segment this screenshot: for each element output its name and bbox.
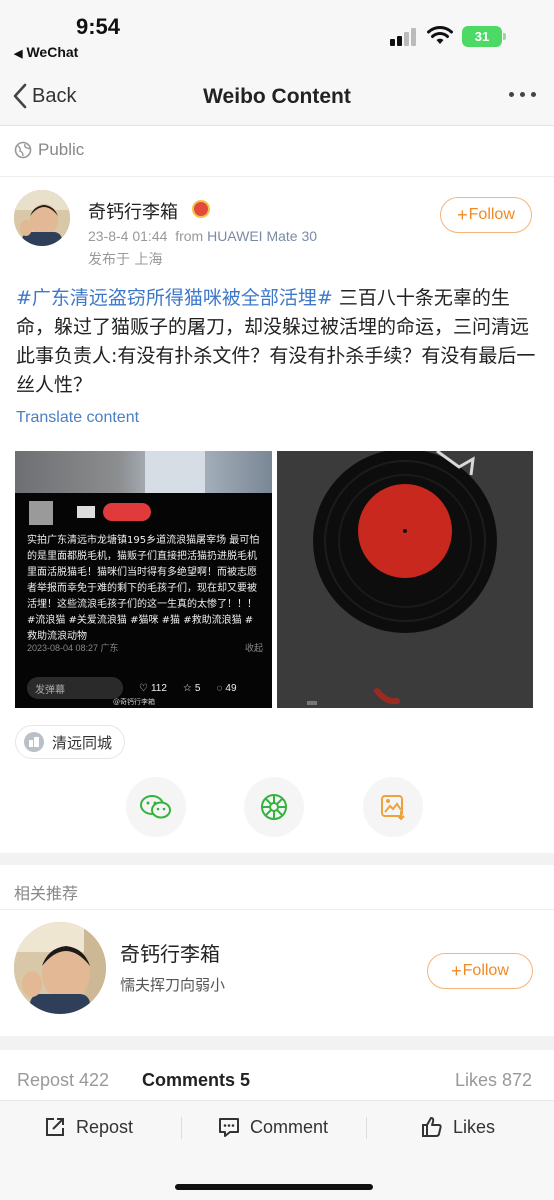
divider (366, 1117, 367, 1139)
image-fav-count: 5 (194, 682, 201, 694)
follow-button[interactable]: + Follow (440, 197, 532, 233)
post-date: 23-8-4 01:44 (88, 228, 168, 244)
comment-button[interactable]: Comment (218, 1116, 328, 1138)
related-title: 相关推荐 (14, 884, 79, 903)
from-label: from (175, 228, 204, 244)
back-label: Back (32, 84, 77, 107)
visibility-indicator: Public (14, 140, 84, 160)
divider (0, 909, 554, 910)
plus-icon: + (451, 960, 462, 981)
video-header-strip (15, 451, 272, 493)
post-meta: 23-8-4 01:44 from HUAWEI Mate 30 (88, 228, 317, 244)
hashtag-link[interactable]: #广东清远盗窃所得猫咪被全部活埋# (16, 287, 333, 309)
wechat-icon (140, 795, 171, 819)
follow-recommended-button[interactable]: + Follow (427, 953, 533, 989)
chevron-left-icon (13, 83, 27, 109)
image-date: 2023-08-04 08:27 广东 (27, 643, 119, 653)
status-time: 9:54 (76, 14, 121, 39)
back-to-app-link[interactable]: ◀ WeChat (14, 44, 78, 60)
post-image-1[interactable]: 实拍广东清远市龙塘镇195乡道流浪猫屠宰场 最可怕的是里面都脱毛机，猫贩子们直接… (15, 451, 272, 708)
image-collapse: 收起 (244, 643, 263, 653)
home-indicator (175, 1184, 373, 1190)
tab-repost[interactable]: Repost 422 (17, 1070, 109, 1091)
nav-bar: Back Weibo Content (0, 70, 554, 126)
share-wechat-button[interactable] (126, 777, 186, 837)
globe-icon (14, 141, 32, 159)
visibility-label: Public (38, 140, 85, 159)
image-comment-count: 49 (225, 682, 237, 694)
section-gap (0, 1036, 554, 1050)
stats-tabs: Repost 422 Comments 5 Likes 872 (0, 1062, 554, 1098)
image-watermark: @奇钙行李箱 (113, 698, 155, 706)
follow-label: Follow (468, 206, 515, 223)
battery-indicator: 31 (462, 26, 502, 47)
plus-icon: + (457, 204, 468, 225)
author-avatar[interactable] (14, 190, 70, 246)
moments-icon (261, 794, 287, 820)
image-date-bar: 2023-08-04 08:27 广东 收起 (27, 641, 263, 654)
image-like: ♡ 112 (139, 683, 167, 694)
red-label (103, 503, 151, 521)
location-tag[interactable]: 清远同城 (15, 725, 125, 759)
post-device[interactable]: HUAWEI Mate 30 (207, 228, 317, 244)
star-icon: ☆ (182, 682, 192, 694)
recommended-desc: 懦夫挥刀向弱小 (120, 976, 226, 994)
tab-comments[interactable]: Comments 5 (142, 1070, 250, 1091)
image-download-icon (381, 795, 405, 821)
status-bar: 9:54 ◀ WeChat 31 (0, 0, 554, 70)
recommended-avatar[interactable] (14, 922, 106, 1014)
likes-label: Likes (453, 1116, 496, 1137)
image-fav: ☆ 5 (183, 683, 201, 694)
page-title: Weibo Content (203, 85, 351, 108)
thumbs-up-icon (422, 1117, 442, 1137)
comment-bubble-icon: ◌ (216, 682, 223, 694)
image-comment: ◌ 49 (216, 683, 236, 694)
share-moments-button[interactable] (244, 777, 304, 837)
city-icon (24, 732, 44, 752)
recommended-name[interactable]: 奇钙行李箱 (120, 938, 220, 967)
tab-likes[interactable]: Likes 872 (455, 1070, 532, 1091)
location-tag-label: 清远同城 (52, 733, 113, 752)
like-button[interactable]: Likes (421, 1116, 495, 1138)
follow-label: Follow (462, 962, 509, 979)
post-body: #广东清远盗窃所得猫咪被全部活埋# 三百八十条无辜的生命，躲过了猫贩子的屠刀，却… (16, 284, 540, 400)
divider (181, 1117, 182, 1139)
image-caption: 实拍广东清远市龙塘镇195乡道流浪猫屠宰场 最可怕的是里面都脱毛机，猫贩子们直接… (27, 535, 260, 642)
translate-link[interactable]: Translate content (16, 409, 139, 427)
danmu-label: 发弹幕 (35, 684, 65, 696)
image-like-count: 112 (150, 682, 167, 694)
blurred-avatar (29, 501, 53, 525)
back-triangle-icon: ◀ (14, 48, 23, 60)
save-image-button[interactable] (363, 777, 423, 837)
repost-button[interactable]: Repost (44, 1116, 133, 1138)
danmu-input: 发弹幕 (27, 677, 123, 699)
post-location: 发布于 上海 (88, 252, 163, 268)
cellular-signal-icon (390, 28, 420, 46)
battery-cap (503, 33, 506, 40)
repost-icon (46, 1118, 64, 1136)
more-options-button[interactable] (509, 92, 536, 97)
blurred-name (77, 506, 95, 518)
back-app-label: WeChat (26, 44, 79, 60)
author-name[interactable]: 奇钙行李箱 (88, 198, 178, 224)
vip-badge-icon (192, 200, 210, 218)
section-gap (0, 853, 554, 865)
wifi-icon (427, 26, 453, 44)
post-image-2[interactable] (277, 451, 533, 708)
comment-icon (219, 1118, 239, 1137)
divider (0, 176, 554, 177)
repost-label: Repost (76, 1116, 134, 1137)
heart-icon: ♡ (139, 682, 148, 694)
comment-label: Comment (250, 1116, 329, 1137)
back-button[interactable]: Back (12, 82, 76, 110)
